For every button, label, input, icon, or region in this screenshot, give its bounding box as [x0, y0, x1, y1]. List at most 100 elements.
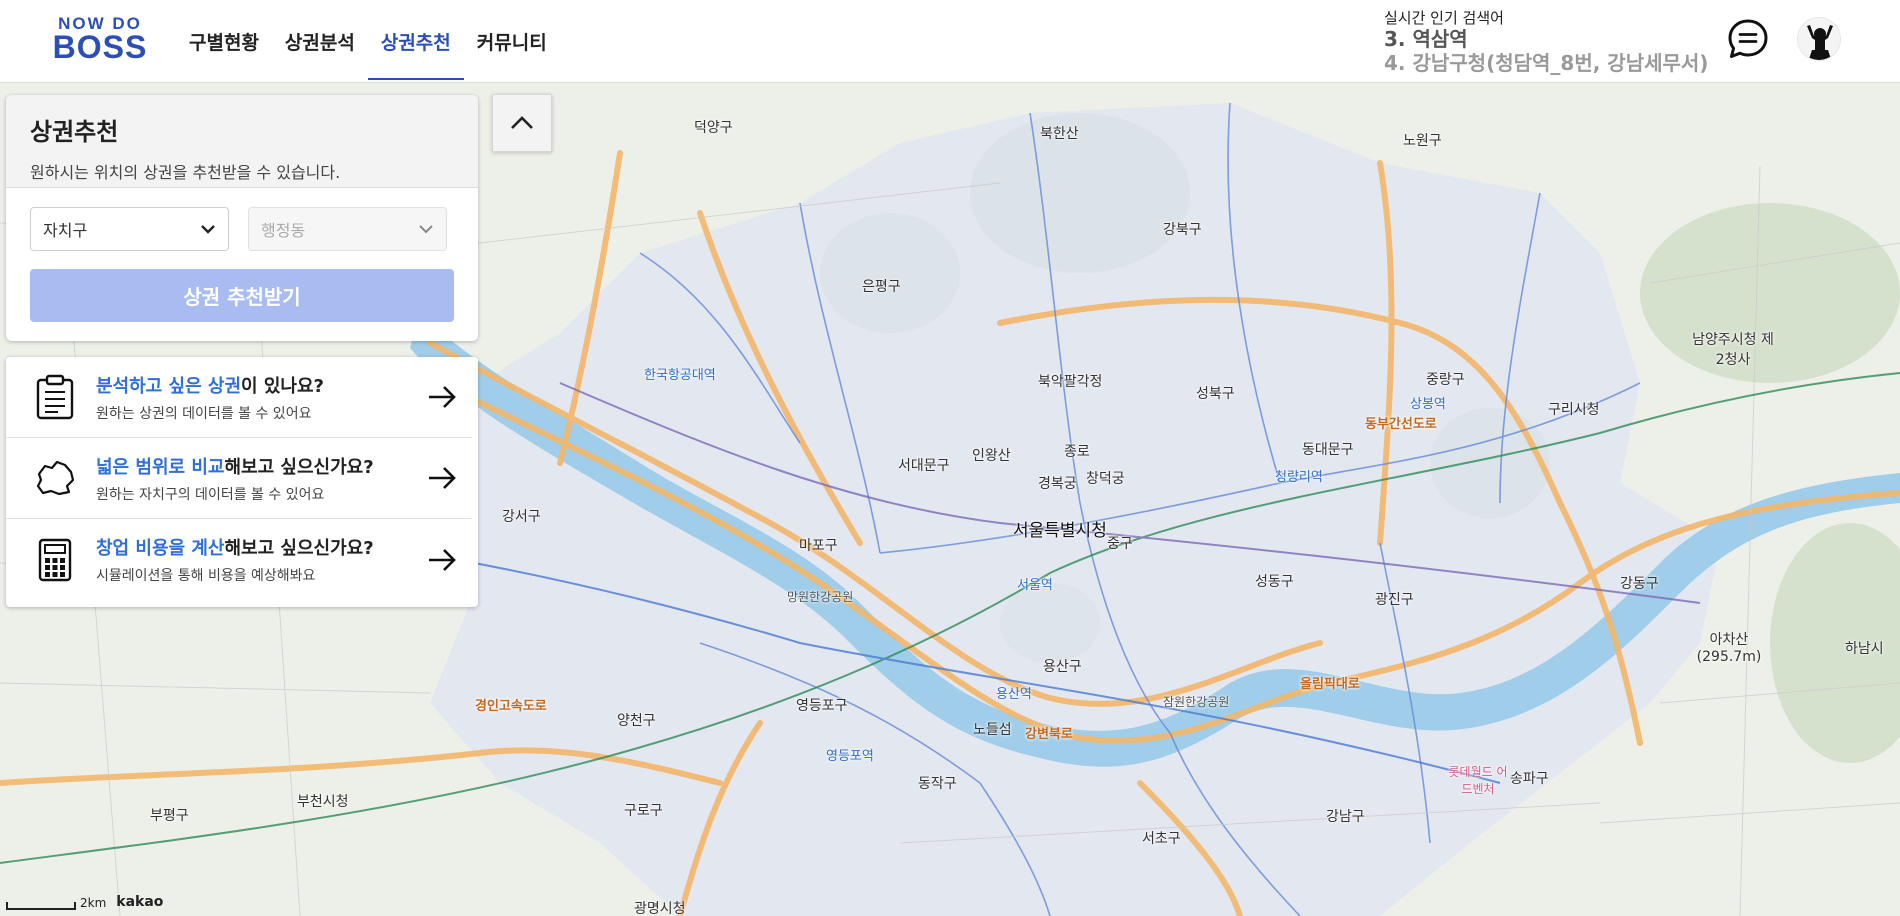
top-header: NOW DO BOSS 구별현황 상권분석 상권추천 커뮤니티 실시간 인기 검…: [0, 0, 1900, 83]
district-select[interactable]: 자치구: [30, 207, 229, 251]
map-brand[interactable]: kakao: [116, 894, 163, 910]
map-label: 송파구: [1510, 771, 1549, 787]
main-nav: 구별현황 상권분석 상권추천 커뮤니티: [176, 0, 560, 83]
card-highlight: 분석하고 싶은 상권: [96, 375, 242, 397]
nav-area-recommend[interactable]: 상권추천: [367, 0, 464, 83]
map-label: 부평구: [150, 808, 189, 824]
map-label: 강동구: [1620, 576, 1659, 592]
district-select-value: 자치구: [43, 221, 88, 240]
map-label: 경인고속도로: [475, 699, 547, 714]
map-label: 영등포역: [826, 749, 874, 764]
card-subtitle: 시뮬레이션을 통해 비용을 예상해봐요: [96, 568, 316, 584]
trending-label: 실시간 인기 검색어: [1384, 9, 1504, 27]
map-region-icon: [32, 455, 78, 501]
card-highlight: 창업 비용을 계산: [96, 538, 225, 559]
arrow-right-icon: [422, 458, 462, 498]
map-label: 구로구: [624, 803, 663, 819]
trending-item[interactable]: 3. 역삼역: [1384, 27, 1708, 51]
map-label: 강북구: [1163, 222, 1202, 238]
chevron-down-icon: [419, 225, 433, 234]
map-label: 광명시청: [634, 901, 686, 916]
map-label: 덕양구: [694, 120, 733, 136]
map-label: 잠원한강공원: [1163, 695, 1230, 709]
dong-select[interactable]: 행정동: [248, 207, 447, 251]
scale-bar: [6, 902, 76, 910]
map-label: 종로: [1064, 444, 1090, 460]
map-label: 동부간선도로: [1365, 417, 1437, 432]
card-question: 해보고 싶으신가요?: [224, 538, 374, 559]
map-label: 양천구: [617, 713, 656, 729]
calculator-icon: [32, 537, 78, 583]
map-label: 영등포구: [796, 698, 848, 714]
map-label: 중랑구: [1426, 372, 1465, 388]
logo[interactable]: NOW DO BOSS: [47, 15, 153, 63]
map-label: 인왕산: [972, 448, 1011, 464]
recommend-submit-button[interactable]: 상권 추천받기: [30, 269, 454, 322]
trending-item[interactable]: 4. 강남구청(청담역_8번, 강남세무서): [1384, 51, 1708, 75]
chat-bubble-icon[interactable]: [1726, 17, 1770, 61]
map-label: 경복궁: [1038, 476, 1077, 492]
feature-cards: 분석하고 싶은 상권이 있나요? 원하는 상권의 데이터를 볼 수 있어요 넓은…: [6, 357, 478, 607]
card-question: 해보고 싶으신가요?: [224, 456, 374, 478]
map-label: 청량리역: [1275, 470, 1323, 485]
map-label: 서대문구: [898, 458, 950, 474]
nav-district-status[interactable]: 구별현황: [176, 0, 272, 83]
arrow-right-icon: [422, 540, 462, 580]
map-label: 노원구: [1403, 133, 1442, 149]
map-label: 북악팔각정: [1038, 374, 1103, 390]
map-label: 망원한강공원: [787, 590, 854, 604]
scale-label: 2km: [80, 896, 107, 910]
panel-description: 원하시는 위치의 상권을 추천받을 수 있습니다.: [30, 163, 341, 182]
map-label: 창덕궁: [1086, 471, 1125, 487]
map-label: 하남시: [1845, 641, 1884, 657]
map-label: 서울특별시청: [1013, 521, 1107, 541]
logo-line2: BOSS: [52, 29, 148, 65]
dong-select-value: 행정동: [261, 221, 306, 240]
trending-searches[interactable]: 실시간 인기 검색어 3. 역삼역 4. 강남구청(청담역_8번, 강남세무서): [1384, 9, 1708, 75]
nav-community[interactable]: 커뮤니티: [464, 0, 560, 83]
map-label: 용산구: [1043, 659, 1082, 675]
card-subtitle: 원하는 자치구의 데이터를 볼 수 있어요: [96, 486, 325, 503]
map-label: 중구: [1107, 536, 1133, 552]
card-area-analysis[interactable]: 분석하고 싶은 상권이 있나요? 원하는 상권의 데이터를 볼 수 있어요: [6, 357, 472, 438]
card-cost-simulation[interactable]: 창업 비용을 계산해보고 싶으신가요? 시뮬레이션을 통해 비용을 예상해봐요: [6, 519, 472, 600]
map-label: 성북구: [1196, 386, 1235, 402]
map-label: 마포구: [799, 538, 838, 554]
card-district-compare[interactable]: 넓은 범위로 비교해보고 싶으신가요? 원하는 자치구의 데이터를 볼 수 있어…: [6, 438, 472, 519]
panel-title: 상권추천: [30, 118, 119, 146]
chevron-up-icon: [511, 116, 533, 129]
chevron-down-icon: [201, 225, 215, 234]
map-label: 서울역: [1017, 578, 1053, 593]
map-label: 강남구: [1326, 809, 1365, 825]
map-label: 광진구: [1375, 592, 1414, 608]
arrow-right-icon: [422, 377, 462, 417]
map-label: 노들섬: [973, 722, 1012, 738]
user-avatar[interactable]: [1797, 17, 1841, 61]
map-label: 구리시청: [1548, 402, 1600, 418]
map-scale: 2km kakao: [6, 894, 163, 910]
card-highlight: 넓은 범위로 비교: [96, 456, 225, 478]
panel-header: 상권추천 원하시는 위치의 상권을 추천받을 수 있습니다.: [6, 95, 478, 188]
map-label: 용산역: [996, 687, 1032, 702]
map-label: 강서구: [502, 509, 541, 525]
map-label: 아차산 (295.7m): [1696, 632, 1762, 665]
recommend-panel: 상권추천 원하시는 위치의 상권을 추천받을 수 있습니다. 자치구 행정동 상…: [6, 95, 478, 341]
map-label: 은평구: [862, 279, 901, 295]
map-label: 부천시청: [297, 794, 349, 810]
select-row: 자치구 행정동: [6, 188, 478, 251]
map-label: 롯데월드 어드벤처: [1448, 765, 1508, 796]
map-label: 한국항공대역: [644, 368, 716, 383]
map-label: 동대문구: [1302, 442, 1354, 458]
map-label: 성동구: [1255, 574, 1294, 590]
map-label: 올림픽대로: [1300, 677, 1360, 692]
card-question: 이 있나요?: [241, 375, 324, 397]
map-label: 강변북로: [1025, 727, 1073, 742]
map-label: 서초구: [1142, 831, 1181, 847]
map-label: 상봉역: [1410, 397, 1446, 412]
collapse-panel-button[interactable]: [492, 94, 552, 152]
map-label: 동작구: [918, 776, 957, 792]
map-label: 남양주시청 제2청사: [1692, 332, 1774, 368]
clipboard-icon: [32, 374, 78, 420]
map-label: 북한산: [1040, 126, 1079, 142]
nav-area-analysis[interactable]: 상권분석: [272, 0, 368, 83]
